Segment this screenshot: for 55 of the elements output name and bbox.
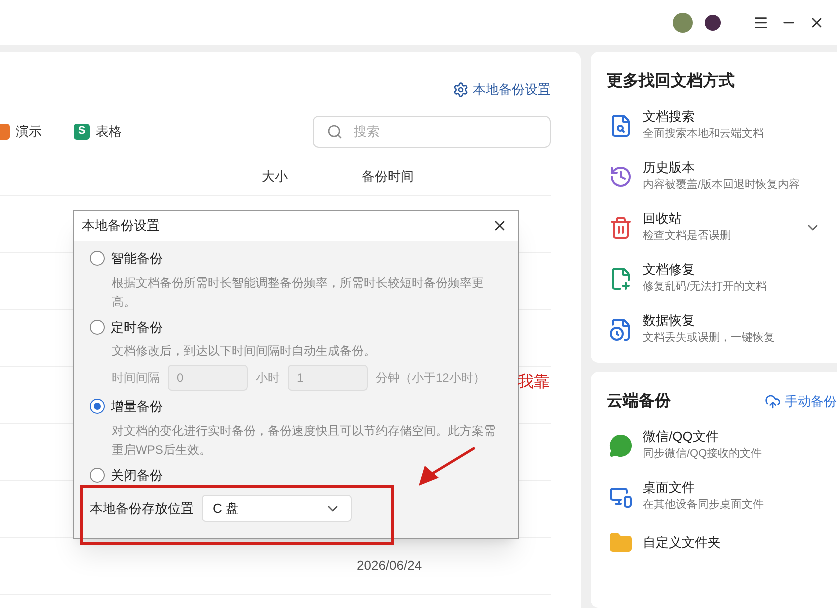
item-title[interactable]: 回收站 xyxy=(643,211,797,228)
folder-icon xyxy=(609,531,633,555)
location-dropdown[interactable]: C 盘 xyxy=(202,495,352,522)
field-label: 时间间隔 xyxy=(112,370,160,387)
settings-icon xyxy=(453,82,469,98)
item-title[interactable]: 桌面文件 xyxy=(643,480,821,496)
radio-option[interactable]: 定时备份 xyxy=(90,318,502,337)
file-type-icon: S xyxy=(74,124,90,140)
annotation-text: 我靠 xyxy=(518,371,550,393)
history-icon xyxy=(609,164,633,188)
radio-option[interactable]: 关闭备份 xyxy=(90,466,502,485)
search-field[interactable]: 搜索 xyxy=(313,116,551,148)
dialog-title: 本地备份设置 xyxy=(82,217,160,236)
document-plus-icon xyxy=(609,266,633,290)
radio-button[interactable] xyxy=(90,320,105,335)
item-subtitle: 内容被覆盖/版本回退时恢复内容 xyxy=(643,179,802,193)
avatar[interactable] xyxy=(705,14,721,30)
field-label: 本地备份存放位置 xyxy=(90,500,194,518)
radio-button[interactable] xyxy=(90,251,105,266)
filter-tab[interactable]: S 表格 xyxy=(74,122,122,142)
search-icon xyxy=(327,124,343,140)
panel-title: 更多找回文档方式 xyxy=(606,71,736,92)
item-subtitle: 文档丢失或误删，一键恢复 xyxy=(643,332,776,346)
option-description: 文档修改后，到达以下时间间隔时自动生成备份。 xyxy=(112,343,377,360)
item-subtitle: 在其他设备同步桌面文件 xyxy=(643,499,765,513)
unit-label: 分钟（小于12小时） xyxy=(376,370,486,387)
radio-option[interactable]: 智能备份 xyxy=(90,249,502,268)
cloud-upload-icon xyxy=(765,394,781,410)
trash-icon xyxy=(609,216,633,240)
chat-bubbles-icon xyxy=(609,434,633,458)
item-subtitle: 全面搜索本地和云端文档 xyxy=(643,128,765,142)
item-title[interactable]: 文档修复 xyxy=(643,262,821,278)
document-restore-icon xyxy=(609,318,633,342)
item-title[interactable]: 自定义文件夹 xyxy=(643,534,821,552)
table-cell-text: 2026/06/24 xyxy=(357,556,422,575)
column-header: 大小 xyxy=(262,168,289,186)
item-subtitle: 修复乱码/无法打开的文档 xyxy=(643,281,768,295)
item-title[interactable]: 微信/QQ文件 xyxy=(643,429,821,446)
item-subtitle: 检查文档是否误删 xyxy=(643,230,732,244)
item-title[interactable]: 历史版本 xyxy=(643,160,821,176)
menu-icon[interactable] xyxy=(753,14,769,30)
column-header: 备份时间 xyxy=(362,168,414,186)
item-subtitle: 同步微信/QQ接收的文件 xyxy=(643,448,764,462)
panel-title: 云端备份 xyxy=(607,392,671,412)
unit-label: 小时 xyxy=(256,370,280,387)
radio-button[interactable] xyxy=(90,468,105,483)
option-description: 根据文档备份所需时长智能调整备份频率，所需时长较短时备份频率更高。 xyxy=(112,274,485,310)
radio-option[interactable]: 增量备份 xyxy=(90,397,502,416)
radio-button[interactable] xyxy=(90,399,105,414)
filter-tab[interactable]: 演示 xyxy=(0,122,42,142)
item-title[interactable]: 文档搜索 xyxy=(643,109,821,126)
option-description: 对文档的变化进行实时备份，备份速度快且可以节约存储空间。此方案需重启WPS后生效。 xyxy=(112,422,497,458)
manual-backup-button[interactable]: 手动备份 xyxy=(765,392,837,412)
item-title[interactable]: 数据恢复 xyxy=(643,313,821,330)
backup-settings-link[interactable]: 本地备份设置 xyxy=(453,80,551,100)
